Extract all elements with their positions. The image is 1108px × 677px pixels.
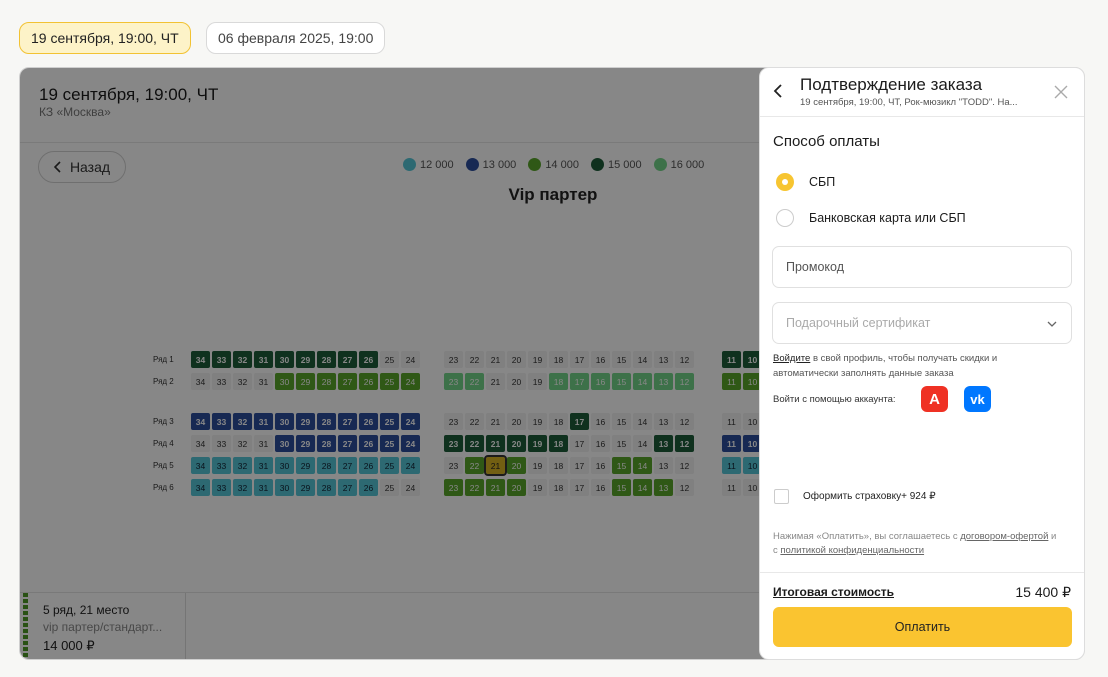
panel-header: Подтверждение заказа 19 сентября, 19:00,… [760,68,1084,117]
panel-title: Подтверждение заказа [800,75,983,94]
gift-certificate-placeholder: Подарочный сертификат [786,316,931,330]
terms-prefix: Нажимая «Оплатить», вы соглашаетесь с [773,531,961,542]
panel-footer: Итоговая стоимость 15 400 ₽ Оплатить [760,572,1084,659]
panel-subtitle: 19 сентября, 19:00, ЧТ, Рок-мюзикл "TODD… [800,97,1018,108]
terms-text: Нажимая «Оплатить», вы соглашаетесь с до… [773,530,1063,558]
login-link[interactable]: Войдите [773,353,810,364]
promo-code-input[interactable]: Промокод [772,246,1072,288]
insurance-checkbox[interactable] [774,489,789,504]
vk-login-icon[interactable]: vk [964,386,991,412]
date-tab-other[interactable]: 06 февраля 2025, 19:00 [206,22,386,54]
radio-sbp[interactable] [776,173,794,191]
chevron-down-icon [1047,321,1057,327]
alfa-login-icon[interactable]: А [921,386,948,412]
gift-certificate-select[interactable]: Подарочный сертификат [772,302,1072,344]
pay-button[interactable]: Оплатить [773,607,1072,647]
order-confirmation-panel: Подтверждение заказа 19 сентября, 19:00,… [759,67,1085,660]
back-arrow-icon[interactable] [772,84,786,98]
privacy-link[interactable]: политикой конфиденциальности [780,545,924,556]
radio-card[interactable] [776,209,794,227]
total-label: Итоговая стоимость [773,585,894,599]
radio-card-label[interactable]: Банковская карта или СБП [809,211,966,225]
radio-sbp-label[interactable]: СБП [809,175,835,189]
date-tab-active[interactable]: 19 сентября, 19:00, ЧТ [19,22,191,54]
payment-heading: Способ оплаты [773,133,880,150]
total-value: 15 400 ₽ [1015,584,1071,600]
close-icon[interactable] [1054,85,1068,99]
offer-link[interactable]: договором-офертой [960,531,1048,542]
social-login-label: Войти с помощью аккаунта: [773,394,896,405]
insurance-label[interactable]: Оформить страховку+ 924 ₽ [803,491,936,502]
login-hint: Войдите в свой профиль, чтобы получать с… [773,351,1063,381]
